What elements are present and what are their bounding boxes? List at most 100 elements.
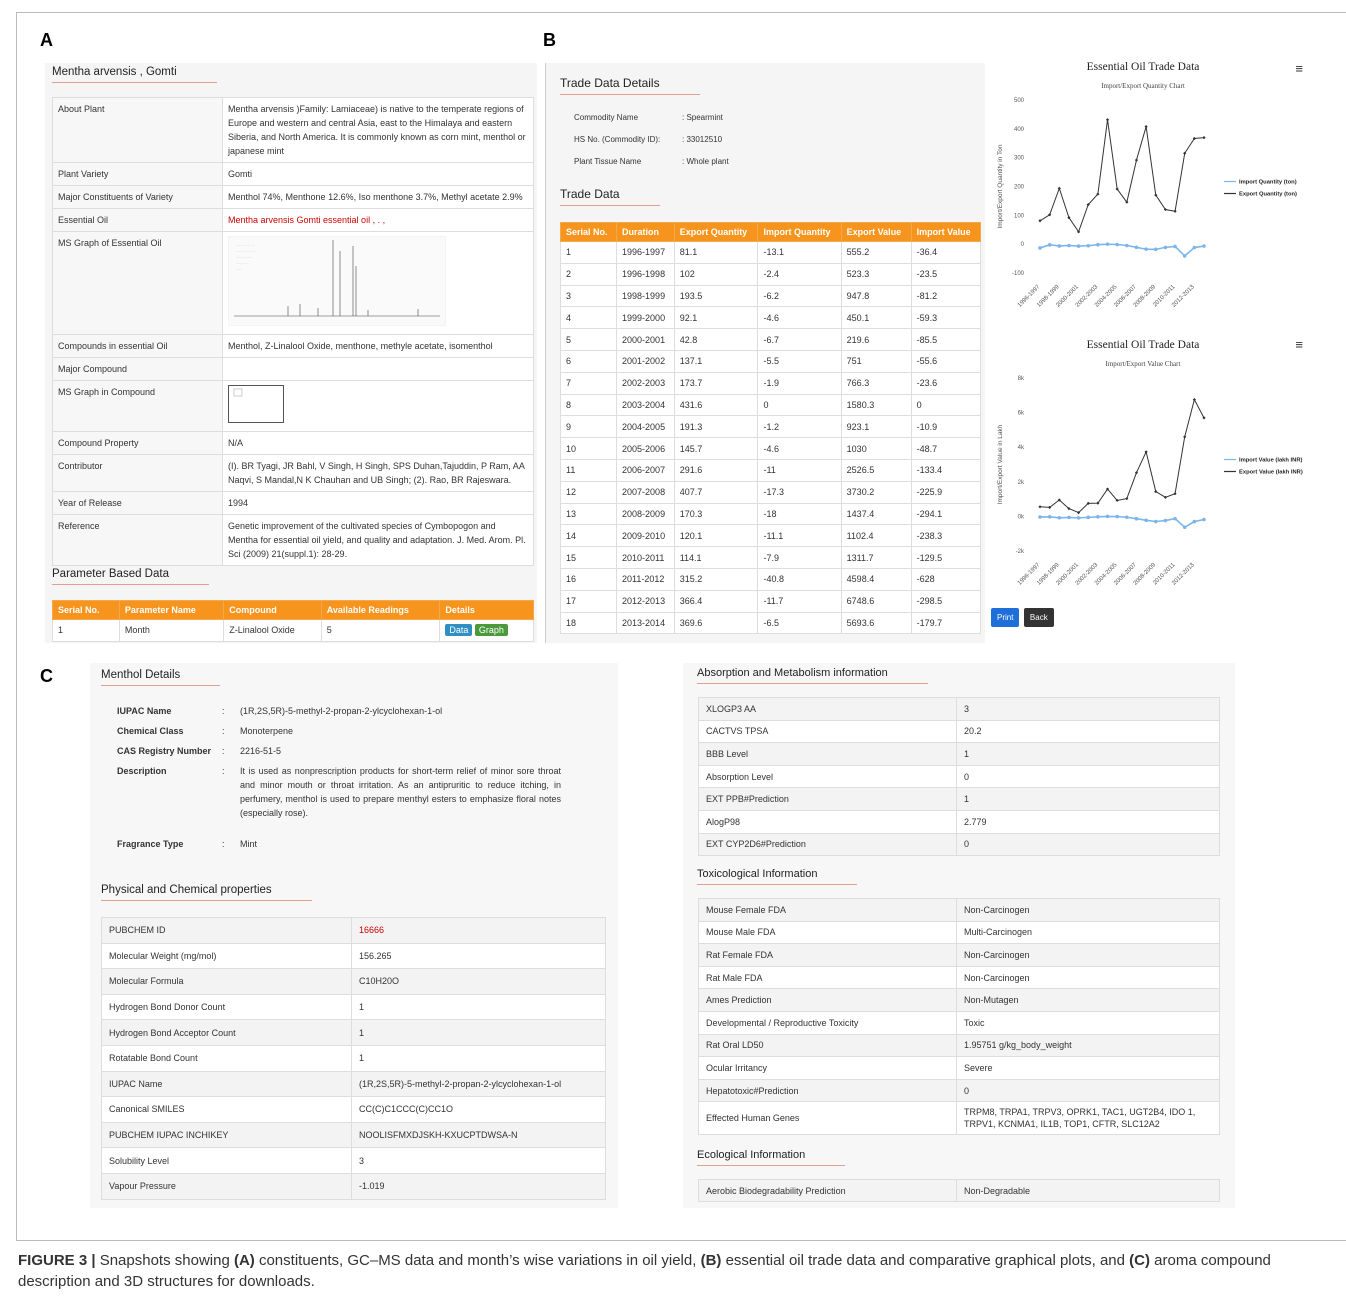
chart-title: Essential Oil Trade Data: [1087, 61, 1200, 73]
table-row: Ocular Irritancy Severe: [698, 1056, 1220, 1080]
table-row: PUBCHEM ID 16666: [101, 917, 606, 944]
data-button[interactable]: Data: [445, 624, 473, 637]
table-row: Major Compound: [52, 357, 534, 381]
table-row: Canonical SMILES CC(C)C1CCC(C)CC1O: [101, 1096, 606, 1123]
y-tick-label: 4k: [1018, 445, 1025, 451]
property-key: EXT CYP2D6#Prediction: [698, 832, 957, 857]
legend-label[interactable]: Import Value (lakh INR): [1239, 458, 1303, 464]
series-line: [1039, 515, 1205, 529]
table-row: 16 2011-2012 315.2 -40.8 4598.4 -628: [559, 567, 982, 591]
data-point: [1144, 247, 1148, 251]
data-point: [1038, 515, 1042, 519]
trade-cell: 1030: [840, 437, 912, 460]
legend-label[interactable]: Import Quantity (ton): [1239, 180, 1297, 186]
table-row: Absorption Level 0: [698, 764, 1220, 789]
y-tick-label: 500: [1014, 98, 1025, 104]
table-row: 1 1996-1997 81.1 -13.1 555.2 -36.4: [559, 241, 982, 264]
detail-colon: :: [222, 839, 225, 849]
y-tick-label: 8k: [1018, 376, 1025, 382]
param-header: Compound: [223, 600, 322, 620]
caption-ref: (C): [1129, 1252, 1150, 1269]
table-row: Mouse Female FDA Non-Carcinogen: [698, 898, 1220, 922]
y-axis-label: Import/Export Quantity in Ton: [997, 144, 1004, 228]
eco-title: Ecological Information: [697, 1149, 846, 1166]
row-key: Year of Release: [52, 491, 223, 515]
trade-cell: 2006-2007: [616, 458, 675, 482]
y-tick-label: 0: [1021, 242, 1025, 248]
table-row: 6 2001-2002 137.1 -5.5 751 -55.6: [559, 349, 982, 373]
table-row: 13 2008-2009 170.3 -18 1437.4 -294.1: [559, 502, 982, 526]
print-button[interactable]: Print: [991, 608, 1020, 627]
y-tick-label: 400: [1014, 127, 1025, 133]
y-tick-label: 2k: [1018, 480, 1025, 486]
table-row: Contributor (I). BR Tyagi, JR Bahl, V Sin…: [52, 454, 534, 492]
data-point: [1202, 517, 1206, 522]
detail-row: Chemical Class: Monoterpene: [100, 721, 565, 741]
eco-table: Aerobic Biodegradability Prediction Non-D…: [698, 1179, 1220, 1202]
property-key: IUPAC Name: [101, 1070, 352, 1098]
data-point: [1144, 125, 1148, 129]
trade-data-title: Trade Data: [560, 187, 659, 206]
menu-icon[interactable]: ≡: [1295, 337, 1303, 352]
data-point: [1192, 245, 1197, 250]
trade-cell: -81.2: [910, 284, 982, 308]
menu-icon[interactable]: ≡: [1295, 61, 1303, 76]
data-point: [1038, 246, 1042, 250]
row-value: Mentha arvensis Gomti essential oil , . …: [222, 208, 534, 232]
property-value: Multi-Carcinogen: [956, 920, 1220, 945]
property-key: EXT PPB#Prediction: [698, 787, 957, 811]
detail-colon: :: [222, 726, 225, 736]
trade-cell: 5693.6: [840, 611, 912, 635]
trade-cell: 291.6: [673, 458, 759, 482]
trade-header: Serial No.: [559, 222, 618, 242]
trade-cell: -6.2: [757, 284, 842, 308]
graph-button[interactable]: Graph: [474, 624, 508, 637]
series-line: [1039, 119, 1205, 233]
trade-cell: 145.7: [673, 437, 759, 460]
table-row: 4 1999-2000 92.1 -4.6 450.1 -59.3: [559, 306, 982, 330]
property-value: TRPM8, TRPA1, TRPV3, OPRK1, TAC1, UGT2B4…: [956, 1101, 1220, 1136]
trade-details-title: Trade Data Details: [560, 76, 700, 95]
table-row: 18 2013-2014 369.6 -6.5 5693.6 -179.7: [559, 611, 982, 635]
data-point: [1163, 245, 1168, 250]
trade-cell: 9: [559, 415, 618, 439]
panel-label-b: B: [543, 30, 556, 50]
trade-cell: 12: [559, 480, 618, 504]
row-key: MS Graph in Compound: [52, 380, 223, 432]
table-row: Hydrogen Bond Acceptor Count 1: [101, 1019, 606, 1046]
table-row: Rotatable Bond Count 1: [101, 1044, 606, 1072]
property-key: Rat Female FDA: [698, 943, 957, 967]
y-axis-label: Import/Export Value in Lakh: [997, 424, 1004, 504]
table-row: 14 2009-2010 120.1 -11.1 1102.4 -238.3: [559, 524, 982, 548]
row-key: Contributor: [52, 454, 223, 492]
param-name: Month: [118, 619, 225, 642]
data-point: [1202, 135, 1206, 140]
trade-cell: 11: [559, 458, 618, 482]
trade-cell: -85.5: [910, 328, 982, 351]
param-header: Serial No.: [52, 600, 120, 620]
trade-cell: 766.3: [840, 371, 912, 395]
trade-cell: -238.3: [910, 524, 982, 548]
legend-label[interactable]: Export Value (lakh INR): [1239, 470, 1303, 476]
legend-label[interactable]: Export Quantity (ton): [1239, 192, 1297, 198]
property-value: Non-Carcinogen: [956, 965, 1220, 990]
trade-cell: -40.8: [757, 567, 842, 591]
trade-cell: 431.6: [673, 393, 759, 417]
data-point: [1115, 514, 1119, 519]
back-button[interactable]: Back: [1023, 608, 1054, 627]
trade-cell: -11.1: [757, 524, 842, 548]
data-point: [1182, 525, 1187, 530]
property-value: 20.2: [956, 719, 1220, 744]
trade-cell: -628: [910, 567, 982, 591]
figure-caption: FIGURE 3 | Snapshots showing (A) constit…: [18, 1250, 1333, 1292]
panel-c-left: Menthol Details IUPAC Name: (1R,2S,5R)-5-…: [90, 663, 618, 1208]
property-key: BBB Level: [698, 742, 957, 766]
row-value: Menthol, Z-Linalool Oxide, menthone, met…: [222, 334, 534, 358]
property-value: -1.019: [351, 1172, 606, 1200]
row-value: [222, 380, 534, 432]
property-value: C10H20O: [351, 968, 606, 995]
property-value: NOOLISFMXDJSKH-KXUCPTDWSA-N: [351, 1121, 606, 1149]
property-value: Non-Mutagen: [956, 988, 1220, 1012]
data-point: [1105, 514, 1110, 519]
trade-cell: 1102.4: [840, 524, 912, 548]
